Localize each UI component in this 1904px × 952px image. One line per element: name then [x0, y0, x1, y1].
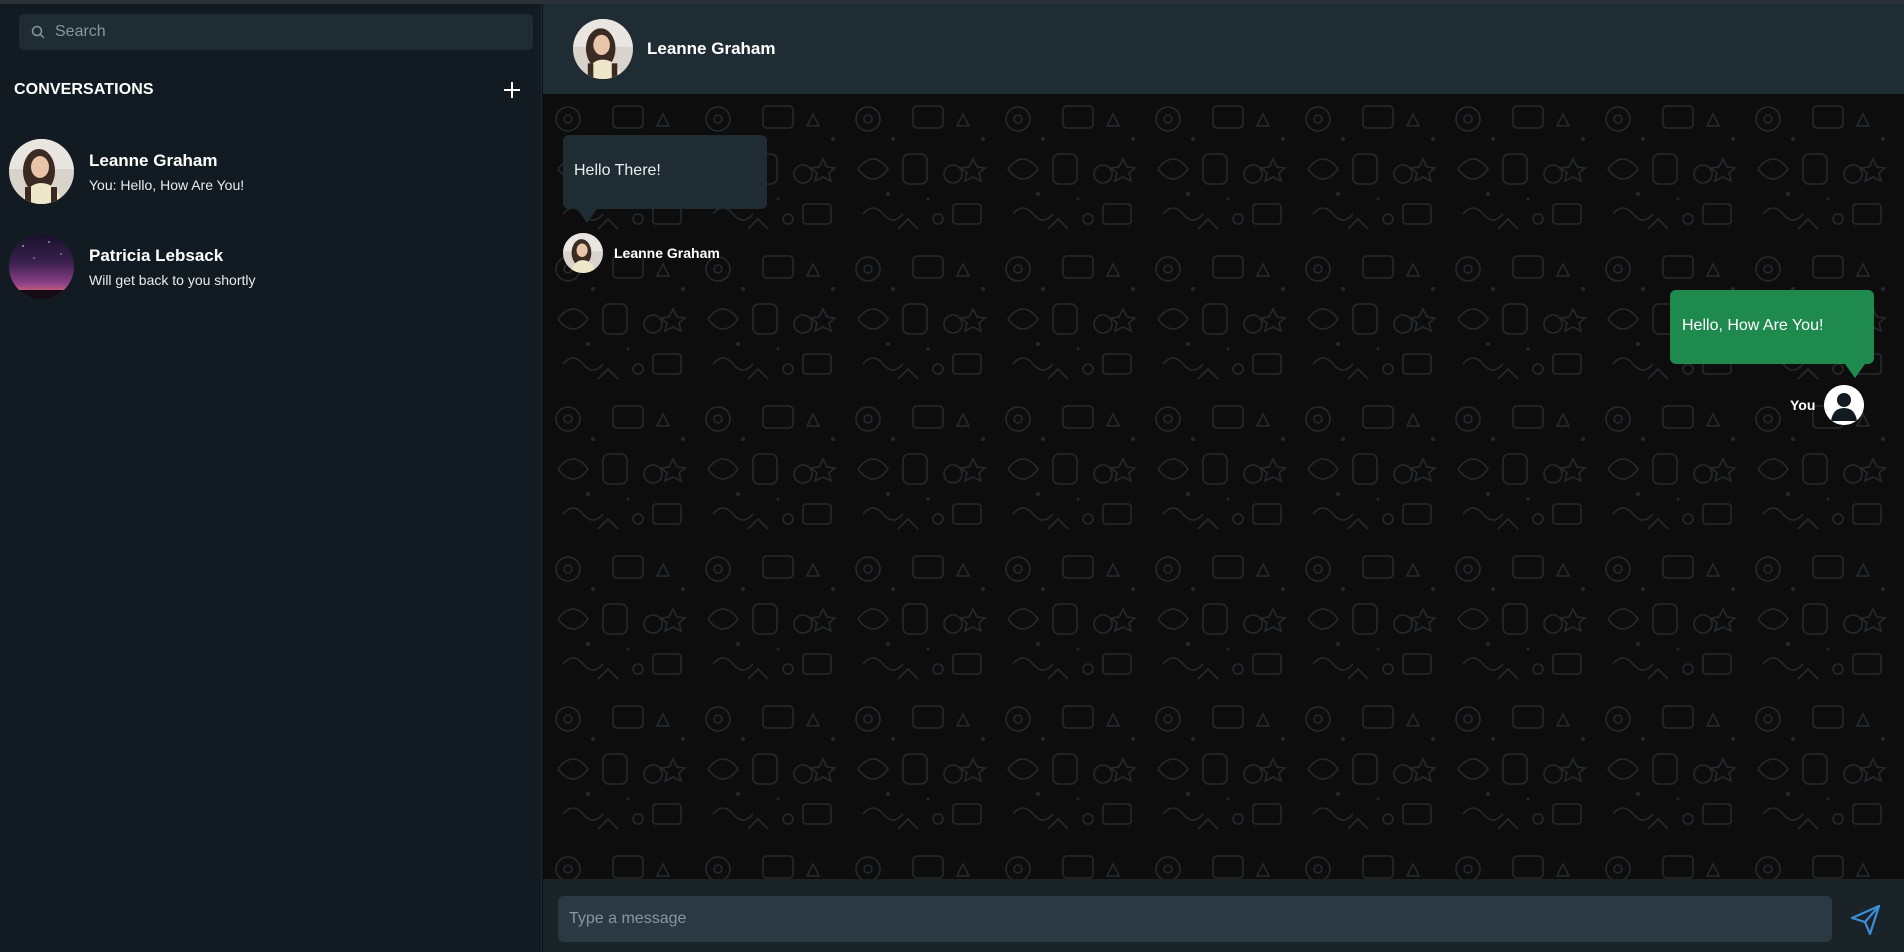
message-area[interactable]: Hello There! Leanne Graham Hello, How Ar…	[543, 94, 1904, 879]
conversations-header: CONVERSATIONS	[14, 76, 524, 104]
incoming-message-sender: Leanne Graham	[563, 233, 720, 273]
sender-name: Leanne Graham	[614, 245, 720, 261]
new-conversation-button[interactable]	[500, 78, 524, 102]
conversations-title: CONVERSATIONS	[14, 81, 154, 98]
sender-name: You	[1790, 397, 1816, 413]
conversation-name: Leanne Graham	[89, 150, 218, 170]
user-icon	[1824, 385, 1865, 425]
conversation-item[interactable]: Leanne Graham You: Hello, How Are You!	[0, 124, 542, 219]
outgoing-bubble-tail	[1845, 364, 1865, 378]
chat-panel: Leanne Graham Hello There! Leanne Graham…	[543, 4, 1904, 952]
avatar	[9, 234, 74, 299]
search-icon	[31, 25, 45, 39]
outgoing-message-sender: You	[1790, 385, 1865, 425]
chat-contact-name: Leanne Graham	[647, 39, 776, 58]
message-composer	[543, 879, 1904, 952]
incoming-message-bubble: Hello There!	[563, 135, 767, 209]
avatar	[563, 233, 603, 273]
chat-background-pattern	[543, 94, 1904, 879]
outgoing-message-bubble: Hello, How Are You!	[1670, 290, 1874, 364]
incoming-bubble-tail	[577, 209, 597, 223]
message-input[interactable]	[558, 896, 1832, 942]
conversation-item[interactable]: Patricia Lebsack Will get back to you sh…	[0, 219, 542, 314]
conversation-list: Leanne Graham You: Hello, How Are You! P…	[0, 124, 542, 314]
search-bar[interactable]	[19, 14, 533, 50]
conversation-last-message: Will get back to you shortly	[89, 271, 256, 288]
sidebar: CONVERSATIONS Leanne G	[0, 4, 542, 952]
plus-icon	[504, 82, 520, 98]
send-icon	[1850, 904, 1881, 936]
avatar[interactable]	[573, 19, 633, 79]
conversation-name: Patricia Lebsack	[89, 245, 224, 265]
search-input[interactable]	[55, 23, 515, 41]
conversation-last-message: You: Hello, How Are You!	[89, 176, 245, 193]
chat-header: Leanne Graham	[543, 4, 1904, 94]
send-button[interactable]	[1848, 903, 1882, 937]
avatar	[9, 139, 74, 204]
